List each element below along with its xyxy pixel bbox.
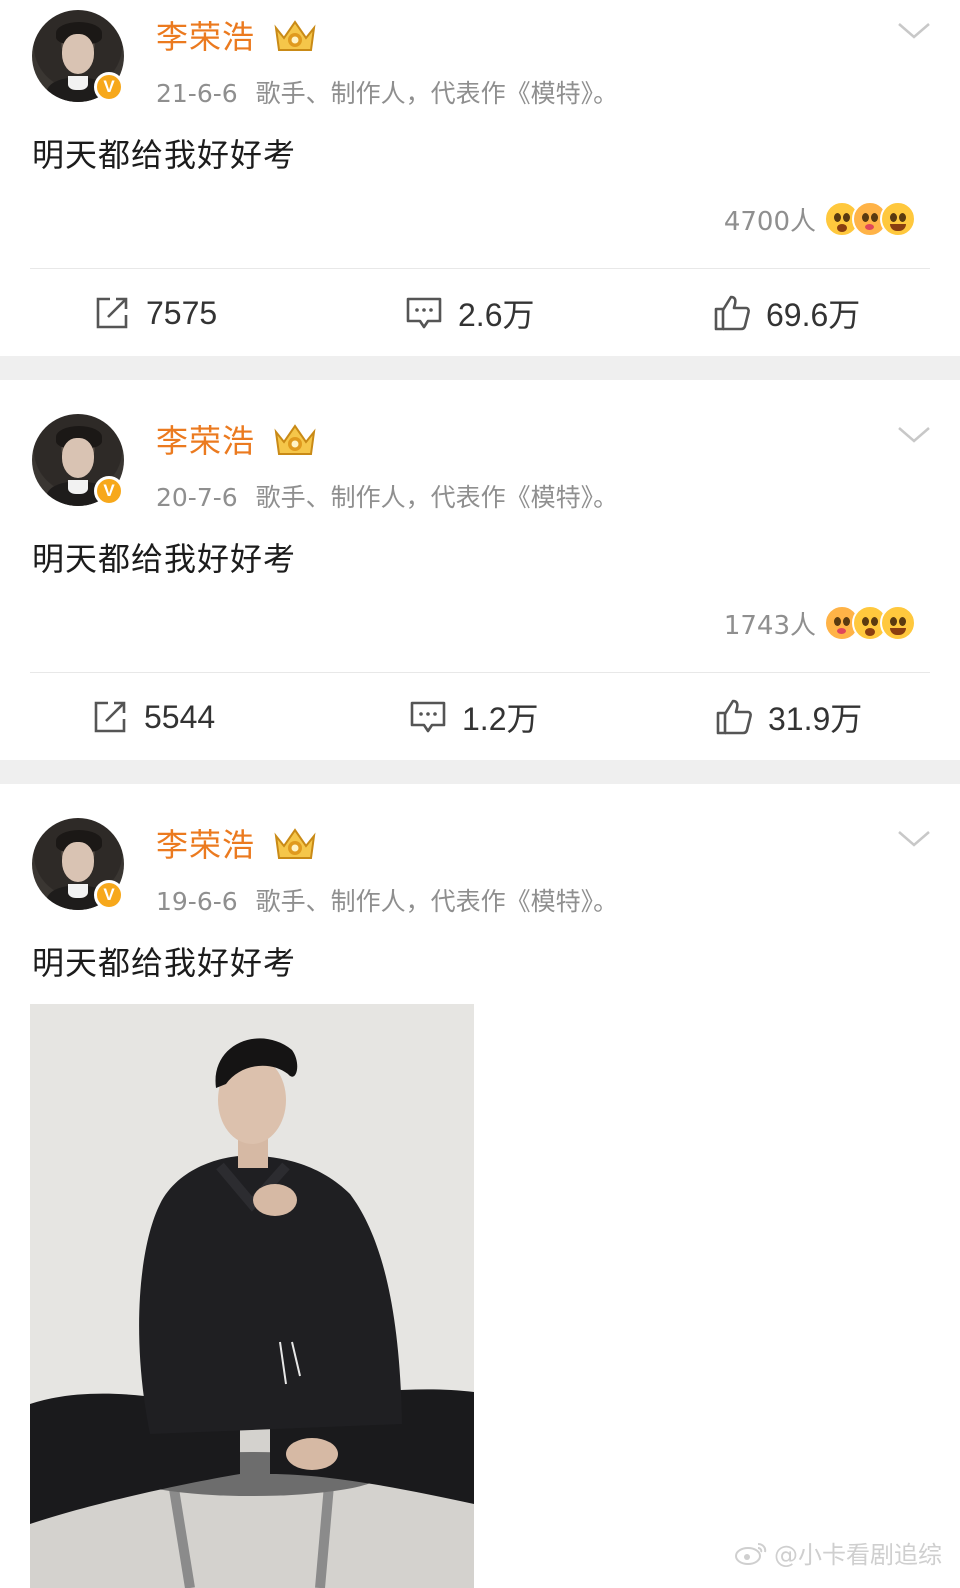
crown-icon <box>274 20 316 51</box>
divider <box>30 268 930 269</box>
verified-badge: V <box>94 880 124 910</box>
post-meta: 20-7-6 歌手、制作人，代表作《模特》。 <box>156 478 618 514</box>
like-button[interactable]: 31.9万 <box>714 674 862 760</box>
post-text: 明天都给我好好考 <box>32 136 297 174</box>
repost-count: 5544 <box>144 698 216 735</box>
post-meta: 21-6-6 歌手、制作人，代表作《模特》。 <box>156 74 618 110</box>
comment-icon <box>410 701 446 733</box>
reactions-summary[interactable]: 4700人 <box>724 196 916 242</box>
post-image-illustration <box>30 1004 474 1588</box>
repost-count: 7575 <box>146 294 218 331</box>
watermark-text: @小卡看剧追综 <box>774 1541 942 1569</box>
post-text: 明天都给我好好考 <box>32 944 297 982</box>
laugh-emoji-icon <box>880 605 916 641</box>
comment-icon <box>406 297 442 329</box>
like-count: 31.9万 <box>768 701 863 737</box>
chevron-down-icon[interactable] <box>896 18 932 42</box>
post-text: 明天都给我好好考 <box>32 540 297 578</box>
repost-button[interactable]: 5544 <box>90 674 215 760</box>
reactions-summary[interactable]: 1743人 <box>724 600 916 646</box>
repost-icon <box>94 701 126 733</box>
crown-icon <box>274 828 316 859</box>
author-bio: 歌手、制作人，代表作《模特》。 <box>255 887 619 916</box>
like-icon <box>716 699 752 735</box>
action-bar: 5544 1.2万 31.9万 <box>0 674 960 760</box>
like-button[interactable]: 69.6万 <box>712 270 860 356</box>
author-bio: 歌手、制作人，代表作《模特》。 <box>255 483 619 512</box>
weibo-logo-icon <box>735 1542 767 1565</box>
like-icon <box>714 295 750 331</box>
verified-badge: V <box>94 476 124 506</box>
post-meta: 19-6-6 歌手、制作人，代表作《模特》。 <box>156 882 618 918</box>
comment-count: 1.2万 <box>462 701 539 737</box>
repost-button[interactable]: 7575 <box>92 270 217 356</box>
verified-badge: V <box>94 72 124 102</box>
post-card-1[interactable]: V 李荣浩 21-6-6 歌手、制作人，代表作《模特》。 明天都给我好好考 470… <box>0 0 960 356</box>
author-bio: 歌手、制作人，代表作《模特》。 <box>255 79 619 108</box>
like-count: 69.6万 <box>766 297 861 333</box>
feed-separator <box>0 760 960 784</box>
post-date: 20-7-6 <box>156 483 238 512</box>
crown-icon <box>274 424 316 455</box>
post-date: 19-6-6 <box>156 887 238 916</box>
comment-count: 2.6万 <box>458 297 535 333</box>
feed-separator <box>0 356 960 380</box>
divider <box>30 672 930 673</box>
comment-button[interactable]: 1.2万 <box>408 674 539 760</box>
reaction-count: 4700人 <box>723 206 816 237</box>
author-name[interactable]: 李荣浩 <box>156 12 255 58</box>
comment-button[interactable]: 2.6万 <box>404 270 535 356</box>
chevron-down-icon[interactable] <box>896 826 932 850</box>
author-name[interactable]: 李荣浩 <box>156 820 255 866</box>
post-image[interactable] <box>30 1004 474 1588</box>
action-bar: 7575 2.6万 69.6万 <box>0 270 960 356</box>
laugh-emoji-icon <box>880 201 916 237</box>
author-name[interactable]: 李荣浩 <box>156 416 255 462</box>
chevron-down-icon[interactable] <box>896 422 932 446</box>
reaction-count: 1743人 <box>723 610 816 641</box>
post-card-2[interactable]: V 李荣浩 20-7-6 歌手、制作人，代表作《模特》。 明天都给我好好考 174… <box>0 380 960 760</box>
watermark: @小卡看剧追综 <box>734 1535 942 1570</box>
repost-icon <box>96 297 128 329</box>
post-date: 21-6-6 <box>156 79 238 108</box>
